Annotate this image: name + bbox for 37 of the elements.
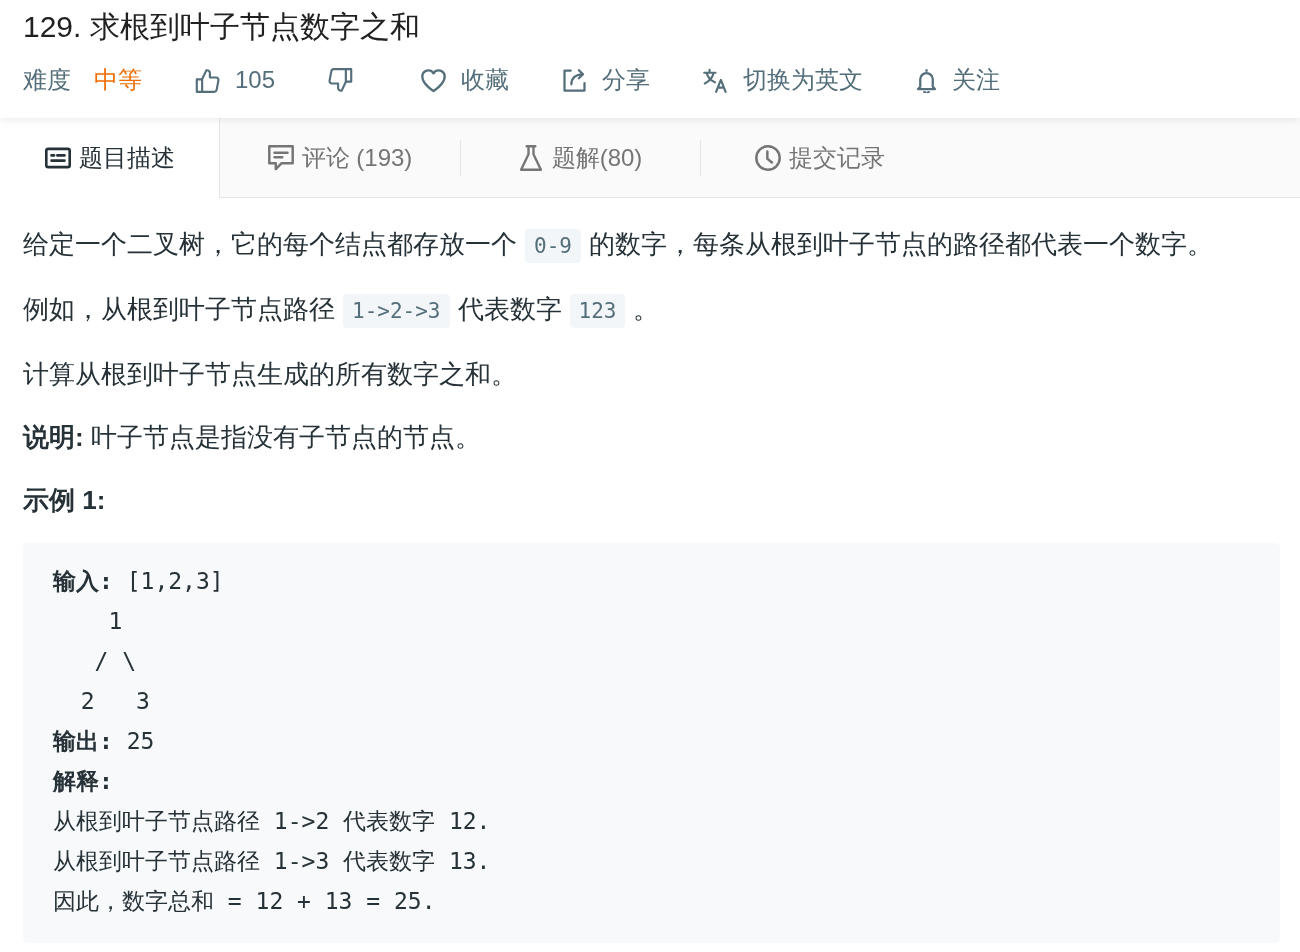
flask-icon [517, 145, 544, 171]
comments-tab[interactable]: 评论 (193) [220, 118, 460, 198]
heart-icon [421, 67, 447, 93]
problem-title: 129. 求根到叶子节点数字之和 [23, 9, 420, 45]
share-button[interactable]: 分享 [562, 64, 651, 96]
clock-icon [755, 145, 781, 171]
code-line: 解释: [53, 767, 113, 796]
code-line: 输出: 25 [53, 727, 155, 756]
code-line: 因此，数字总和 = 12 + 13 = 25. [53, 887, 436, 916]
description-tab[interactable]: 题目描述 [0, 118, 220, 198]
description-paragraph: 例如，从根到叶子节点路径 1->2->3 代表数字 123 。 [23, 289, 1280, 331]
description-paragraph: 说明: 叶子节点是指没有子节点的节点。 [23, 421, 482, 454]
example-heading: 示例 1: [23, 484, 107, 517]
submissions-tab[interactable]: 提交记录 [700, 118, 940, 198]
follow-button[interactable]: 关注 [916, 64, 1001, 96]
description-paragraph: 计算从根到叶子节点生成的所有数字之和。 [23, 358, 518, 391]
favorite-button[interactable]: 收藏 [421, 64, 510, 96]
thumbs-down-icon [328, 67, 354, 93]
difficulty-label: 难度 [23, 65, 71, 95]
thumbs-up-icon [195, 67, 220, 93]
translate-icon [703, 67, 729, 93]
like-button[interactable]: 105 [195, 64, 276, 96]
solutions-tab[interactable]: 题解(80) [460, 118, 700, 198]
description-paragraph: 给定一个二叉树，它的每个结点都存放一个 0-9 的数字，每条从根到叶子节点的路径都代表一个数字。 [23, 224, 1280, 266]
share-icon [562, 67, 588, 93]
document-icon [44, 145, 71, 171]
difficulty-value: 中等 [94, 65, 142, 95]
code-line: 输入: [1,2,3] [53, 567, 224, 596]
dislike-button[interactable] [328, 67, 354, 93]
comment-icon [267, 145, 294, 171]
code-line: / \ [93, 647, 137, 676]
code-line: 从根到叶子节点路径 1->3 代表数字 13. [53, 847, 491, 876]
bell-icon [916, 67, 938, 93]
code-line: 1 [107, 607, 123, 636]
code-line: 2 3 [79, 687, 150, 716]
code-line: 从根到叶子节点路径 1->2 代表数字 12. [53, 807, 491, 836]
translate-button[interactable]: 切换为英文 [703, 64, 864, 96]
